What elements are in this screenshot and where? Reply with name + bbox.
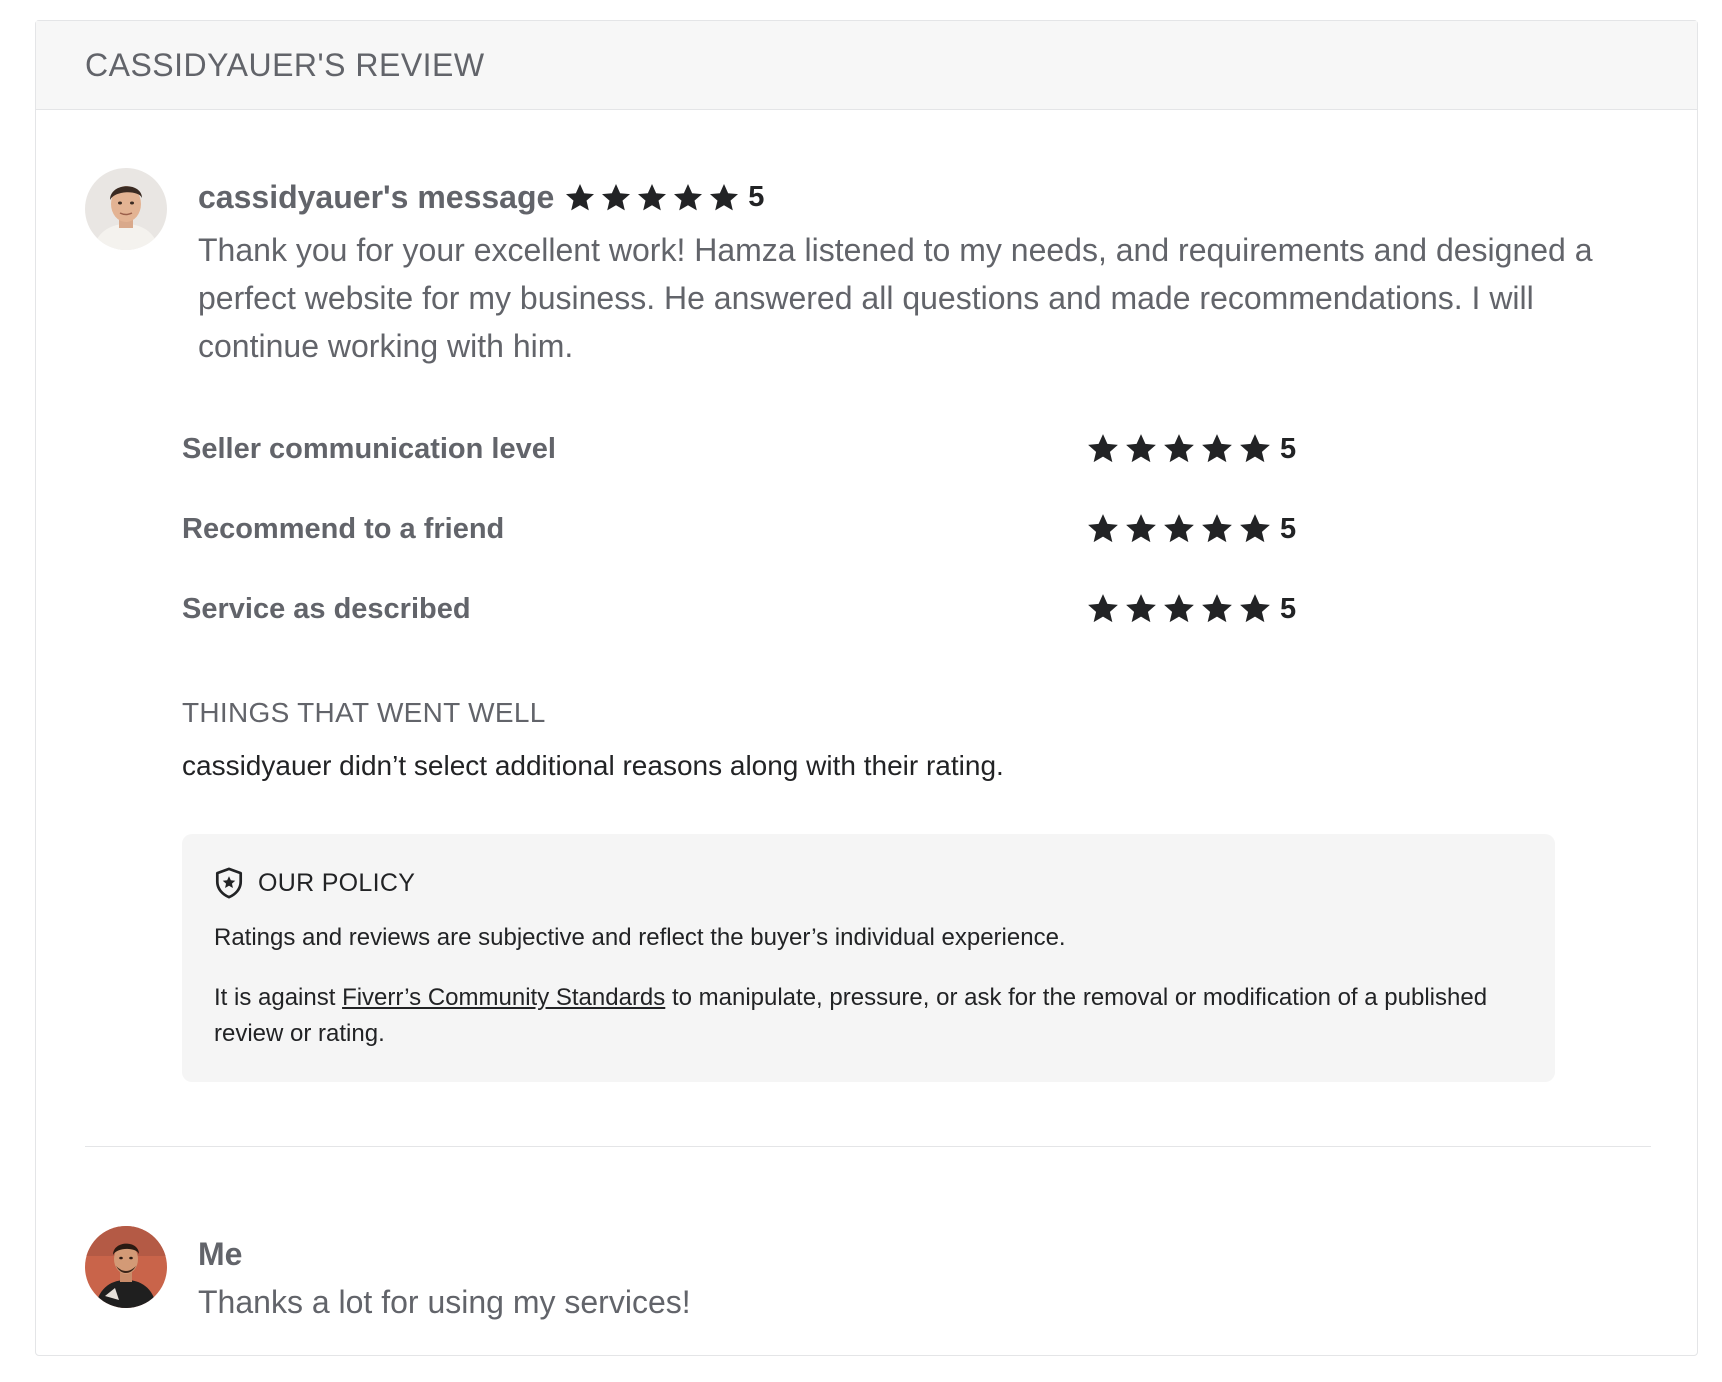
reply-author: Me — [198, 1236, 243, 1272]
divider — [85, 1146, 1651, 1147]
star-icon — [1164, 594, 1194, 623]
rating-value: 5 — [1280, 432, 1297, 465]
star-icon — [674, 183, 703, 210]
star-icon — [1240, 434, 1270, 463]
rating-row: Service as described 5 — [182, 591, 1302, 671]
review-title: CASSIDYAUER'S REVIEW — [85, 46, 485, 83]
star-icon — [1202, 434, 1232, 463]
policy-box: OUR POLICY Ratings and reviews are subje… — [182, 834, 1555, 1082]
star-icon — [1088, 434, 1118, 463]
buyer-message-header: cassidyauer's message 5 — [198, 179, 764, 216]
seller-avatar[interactable] — [85, 1226, 167, 1308]
rating-label: Seller communication level — [182, 433, 556, 465]
review-card: CASSIDYAUER'S REVIEW cassidyauer's messa… — [35, 20, 1698, 1356]
rating-row: Seller communication level 5 — [182, 431, 1302, 511]
rating-stars: 5 — [1086, 511, 1296, 547]
buyer-message-label: cassidyauer's message — [198, 179, 555, 215]
things-went-well-title: THINGS THAT WENT WELL — [182, 697, 546, 728]
rating-value: 5 — [1280, 592, 1297, 625]
policy-paragraph: Ratings and reviews are subjective and r… — [214, 924, 1066, 951]
star-icon — [1088, 594, 1118, 623]
policy-title: OUR POLICY — [258, 868, 416, 897]
rating-label: Recommend to a friend — [182, 513, 505, 545]
reply-text: Thanks a lot for using my services! — [198, 1284, 691, 1320]
star-icon — [1164, 514, 1194, 543]
shield-star-icon — [215, 867, 243, 899]
review-header: CASSIDYAUER'S REVIEW — [36, 21, 1697, 110]
things-went-well-text: cassidyauer didn’t select additional rea… — [182, 750, 1004, 781]
rating-row: Recommend to a friend 5 — [182, 511, 1302, 591]
star-icon — [1164, 434, 1194, 463]
buyer-rating-score: 5 — [748, 181, 765, 213]
buyer-star-rating — [564, 182, 740, 214]
star-icon — [566, 183, 595, 210]
rating-value: 5 — [1280, 512, 1297, 545]
rating-stars: 5 — [1086, 591, 1296, 627]
star-icon — [1126, 514, 1156, 543]
star-icon — [1126, 594, 1156, 623]
buyer-avatar[interactable] — [85, 168, 167, 250]
rating-label: Service as described — [182, 593, 471, 625]
star-icon — [1240, 594, 1270, 623]
policy-header: OUR POLICY — [214, 866, 1523, 900]
star-icon — [1202, 514, 1232, 543]
rating-stars: 5 — [1086, 431, 1296, 467]
star-icon — [1088, 514, 1118, 543]
star-icon — [602, 183, 631, 210]
star-icon — [1126, 434, 1156, 463]
star-icon — [1240, 514, 1270, 543]
star-icon — [1202, 594, 1232, 623]
rating-breakdown: Seller communication level 5 Recommend t… — [182, 431, 1302, 671]
community-standards-link[interactable]: Fiverr’s Community Standards — [342, 984, 665, 1011]
star-icon — [638, 183, 667, 210]
policy-paragraph: It is against Fiverr’s Community Standar… — [214, 980, 1523, 1052]
star-icon — [710, 183, 739, 210]
buyer-message-text: Thank you for your excellent work! Hamza… — [198, 232, 1593, 364]
policy-text-before: It is against — [214, 984, 343, 1011]
